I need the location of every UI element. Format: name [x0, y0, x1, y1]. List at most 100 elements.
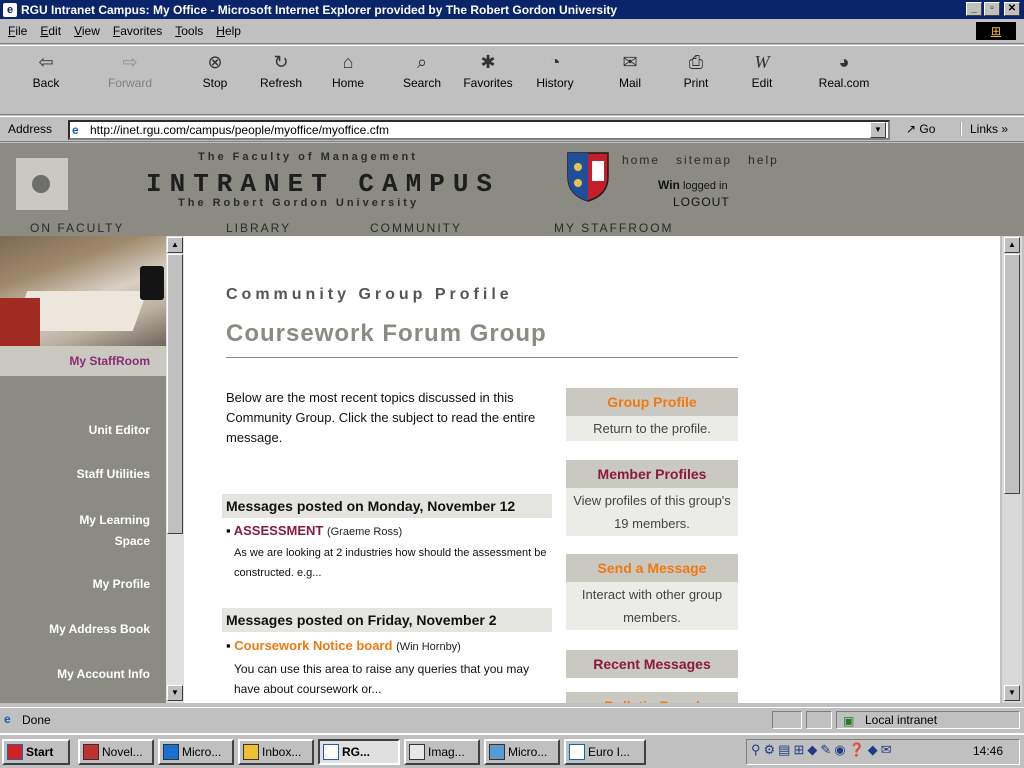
sidebar-item-my-account-info[interactable]: My Account Info [57, 664, 150, 685]
forward-button[interactable]: ⇨ Forward [102, 50, 158, 90]
logout-link[interactable]: LOGOUT [673, 195, 730, 209]
nav-community[interactable]: COMMUNITY [370, 221, 462, 235]
menu-favorites[interactable]: Favorites [113, 24, 162, 38]
university-name: The Robert Gordon University [178, 197, 420, 209]
address-input[interactable]: e http://inet.rgu.com/campus/people/myoff… [68, 120, 890, 140]
member-profiles-desc: View profiles of this group's 19 members… [566, 488, 738, 536]
zone-indicator: ▣ Local intranet [836, 711, 1020, 729]
task-button[interactable]: Micro... [158, 739, 234, 765]
site-header: The Faculty of Management INTRANET CAMPU… [0, 143, 1024, 236]
maximize-button[interactable]: ▫ [984, 2, 1000, 16]
divider [226, 357, 738, 358]
intranet-icon: ▣ [843, 714, 855, 728]
excel-icon [163, 744, 179, 760]
system-tray: ⚲⚙▤⊞◆✎◉❓◆✉ 14:46 [746, 739, 1020, 765]
task-button[interactable]: Novel... [78, 739, 154, 765]
edit-button[interactable]: W Edit [744, 50, 780, 90]
scroll-thumb[interactable] [1004, 254, 1020, 494]
menu-edit[interactable]: Edit [40, 24, 61, 38]
task-button-active[interactable]: RG... [318, 739, 400, 765]
stop-button[interactable]: ⊗ Stop [193, 50, 237, 90]
home-icon: ⌂ [342, 52, 354, 72]
back-button[interactable]: ⇦ Back [24, 50, 68, 90]
bulletin-board-link[interactable]: Bulletin Board [566, 692, 738, 703]
print-button[interactable]: ⎙ Print [676, 50, 716, 90]
help-link[interactable]: help [748, 153, 779, 167]
task-button[interactable]: Micro... [484, 739, 560, 765]
site-logo-icon [16, 158, 68, 210]
edit-icon: W [754, 52, 770, 72]
close-button[interactable]: ✕ [1004, 2, 1020, 16]
sidebar-item-my-staffroom[interactable]: My StaffRoom [0, 346, 168, 376]
recent-messages-link[interactable]: Recent Messages [566, 650, 738, 678]
mail-button[interactable]: ✉ Mail [610, 50, 650, 90]
favorites-button[interactable]: ✱ Favorites [458, 50, 518, 90]
refresh-button[interactable]: ↻ Refresh [253, 50, 309, 90]
minimize-button[interactable]: _ [966, 2, 982, 16]
ie-icon [323, 744, 339, 760]
message-title-link[interactable]: ASSESSMENT [234, 523, 324, 538]
links-button[interactable]: Links » [960, 122, 1008, 136]
realcom-icon: ◕ [838, 52, 850, 72]
send-message-link[interactable]: Send a Message [566, 554, 738, 582]
main-content: Community Group Profile Coursework Forum… [184, 236, 1000, 703]
powerpoint-icon [489, 744, 505, 760]
task-button[interactable]: Imag... [404, 739, 480, 765]
search-button[interactable]: ⌕ Search [396, 50, 448, 90]
member-profiles-link[interactable]: Member Profiles [566, 460, 738, 488]
back-arrow-icon: ⇦ [38, 52, 54, 72]
imaging-icon [409, 744, 425, 760]
menu-bar: File Edit View Favorites Tools Help ⊞ [0, 19, 1024, 44]
start-button[interactable]: Start [2, 739, 70, 765]
scroll-up-icon[interactable]: ▲ [1004, 237, 1020, 253]
recent-messages-box: Recent Messages [566, 650, 738, 678]
faculty-name: The Faculty of Management [198, 151, 418, 163]
task-button[interactable]: Inbox... [238, 739, 314, 765]
status-cell [806, 711, 832, 729]
forward-arrow-icon: ⇨ [122, 52, 138, 72]
page-done-icon: e [4, 712, 11, 726]
message-title-link[interactable]: Coursework Notice board [234, 638, 392, 653]
scroll-thumb[interactable] [167, 254, 183, 534]
outlook-icon [243, 744, 259, 760]
nav-library[interactable]: LIBRARY [226, 221, 291, 235]
group-profile-link[interactable]: Group Profile [566, 388, 738, 416]
menu-tools[interactable]: Tools [175, 24, 203, 38]
menu-help[interactable]: Help [216, 24, 241, 38]
sitemap-link[interactable]: sitemap [676, 153, 732, 167]
task-button[interactable]: Euro I... [564, 739, 646, 765]
realcom-button[interactable]: ◕ Real.com [812, 50, 876, 90]
menu-file[interactable]: File [8, 24, 27, 38]
sidebar-item-my-profile[interactable]: My Profile [93, 574, 150, 595]
home-link[interactable]: home [622, 153, 660, 167]
sidebar-scrollbar[interactable]: ▲ ▼ [166, 236, 184, 703]
clock: 14:46 [973, 744, 1004, 758]
scroll-up-icon[interactable]: ▲ [167, 237, 183, 253]
scroll-down-icon[interactable]: ▼ [167, 685, 183, 701]
messages-date-header: Messages posted on Friday, November 2 [222, 608, 552, 632]
site-title: INTRANET CAMPUS [146, 169, 501, 199]
sidebar: My StaffRoom Unit Editor Staff Utilities… [0, 236, 168, 703]
page-scrollbar[interactable]: ▲ ▼ [1002, 236, 1022, 703]
home-button[interactable]: ⌂ Home [326, 50, 370, 90]
university-crest-icon [566, 151, 610, 203]
go-arrow-icon: ↗ [906, 122, 917, 136]
scroll-down-icon[interactable]: ▼ [1004, 685, 1020, 701]
sidebar-item-staff-utilities[interactable]: Staff Utilities [77, 464, 150, 485]
ie-logo-icon: e [3, 2, 17, 17]
menu-view[interactable]: View [74, 24, 100, 38]
sidebar-item-unit-editor[interactable]: Unit Editor [89, 420, 150, 441]
favorites-icon: ✱ [480, 52, 496, 72]
go-button[interactable]: ↗ Go [906, 122, 935, 136]
sidebar-item-my-learning-space[interactable]: My Learning Space [50, 510, 150, 552]
address-dropdown-icon[interactable]: ▼ [870, 122, 886, 138]
window-title: RGU Intranet Campus: My Office - Microso… [21, 2, 618, 17]
sidebar-item-my-address-book[interactable]: My Address Book [49, 619, 150, 640]
history-button[interactable]: ◔ History [532, 50, 578, 90]
nav-my-staffroom[interactable]: MY STAFFROOM [554, 221, 674, 235]
nav-on-faculty[interactable]: ON FACULTY [30, 221, 124, 235]
ie-icon [569, 744, 585, 760]
bullet-icon: ▪ [226, 638, 231, 653]
message-item: ▪ ASSESSMENT (Graeme Ross) [226, 523, 402, 538]
address-bar: Address e http://inet.rgu.com/campus/peop… [0, 116, 1024, 142]
